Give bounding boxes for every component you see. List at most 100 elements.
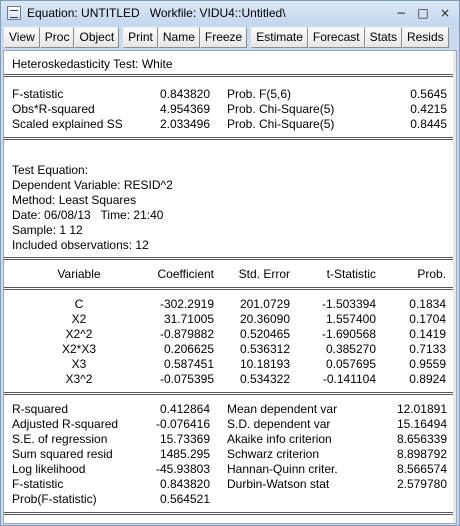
divider	[4, 287, 456, 288]
test-prob: 0.4215	[410, 102, 447, 116]
variable-name: X3	[71, 357, 87, 371]
divider	[4, 392, 456, 393]
stat-value: 2.579780	[396, 477, 447, 491]
test-label: Obs*R-squared	[12, 102, 95, 116]
prob-value: 0.7133	[409, 342, 446, 356]
test-label: F-statistic	[12, 87, 64, 101]
stat-value: -0.076416	[155, 417, 210, 431]
stat-label: Mean dependent var	[227, 402, 338, 416]
stats-button[interactable]: Stats	[364, 27, 402, 48]
test-prob: 0.8445	[410, 117, 447, 131]
std-error-value: 201.0729	[239, 297, 290, 311]
coefficient-value: 31.71005	[163, 312, 214, 326]
window-title: Equation: UNTITLED Workfile: VIDU4::Unti…	[27, 6, 286, 20]
stat-label: Log likelihood	[12, 462, 86, 476]
object-button[interactable]: Object	[74, 27, 120, 48]
stat-label: R-squared	[12, 402, 69, 416]
divider	[4, 137, 456, 138]
column-header: t-Statistic	[326, 267, 376, 281]
divider	[4, 289, 456, 290]
divider	[4, 139, 456, 140]
prob-value: 0.1834	[409, 297, 446, 311]
column-header: Std. Error	[238, 267, 290, 281]
stat-value: 0.412864	[159, 402, 210, 416]
divider	[4, 259, 456, 260]
stat-label: S.D. dependent var	[227, 417, 331, 431]
divider	[4, 394, 456, 395]
equation-window-icon	[7, 6, 21, 20]
stat-label: F-statistic	[12, 477, 64, 491]
minimize-icon[interactable]: −	[391, 4, 411, 21]
stat-value: 0.843820	[159, 477, 210, 491]
coefficient-value: -0.879882	[159, 327, 214, 341]
stat-label: Prob(F-statistic)	[12, 492, 97, 506]
test-label: Scaled explained SS	[12, 117, 123, 131]
column-header: Variable	[57, 267, 101, 281]
print-button[interactable]: Print	[123, 27, 158, 48]
t-statistic-value: 0.057695	[325, 357, 376, 371]
test-value: 2.033496	[159, 117, 210, 131]
test-value: 4.954369	[159, 102, 210, 116]
prob-value: 0.1704	[409, 312, 446, 326]
name-button[interactable]: Name	[157, 27, 200, 48]
stat-value: 8.656339	[396, 432, 447, 446]
equation-info-line: Date: 06/08/13 Time: 21:40	[12, 208, 164, 222]
divider	[4, 512, 456, 513]
output-pane[interactable]: Heteroskedasticity Test: White F-statist…	[3, 50, 457, 524]
column-header: Prob.	[417, 267, 446, 281]
column-header: Coefficient	[157, 267, 214, 281]
stat-label: Durbin-Watson stat	[227, 477, 330, 491]
resids-button[interactable]: Resids	[401, 27, 449, 48]
coefficient-value: 0.587451	[163, 357, 214, 371]
stat-label: Adjusted R-squared	[12, 417, 119, 431]
coefficient-value: -302.2919	[159, 297, 214, 311]
stat-value: 8.566574	[396, 462, 447, 476]
std-error-value: 20.36090	[239, 312, 290, 326]
stat-value: 0.564521	[159, 492, 210, 506]
divider	[4, 74, 456, 75]
stat-value: 8.898792	[396, 447, 447, 461]
test-prob-label: Prob. Chi-Square(5)	[227, 102, 335, 116]
std-error-value: 0.520465	[239, 327, 290, 341]
equation-window: Equation: UNTITLED Workfile: VIDU4::Unti…	[0, 0, 460, 526]
equation-info-line: Dependent Variable: RESID^2	[12, 178, 173, 192]
t-statistic-value: 0.385270	[325, 342, 376, 356]
variable-name: X2	[71, 312, 87, 326]
stat-label: Schwarz criterion	[227, 447, 320, 461]
t-statistic-value: -1.690568	[321, 327, 376, 341]
close-icon[interactable]: ×	[435, 4, 455, 21]
stat-value: 15.16494	[396, 417, 447, 431]
maximize-icon[interactable]: □	[413, 4, 433, 21]
variable-name: X2^2	[65, 327, 93, 341]
t-statistic-value: -1.503394	[321, 297, 376, 311]
test-prob-label: Prob. F(5,6)	[227, 87, 292, 101]
stat-value: -45.93803	[155, 462, 210, 476]
variable-name: X3^2	[65, 372, 93, 386]
test-value: 0.843820	[159, 87, 210, 101]
variable-name: X2*X3	[61, 342, 97, 356]
t-statistic-value: 1.557400	[325, 312, 376, 326]
coefficient-value: -0.075395	[159, 372, 214, 386]
scrollbar[interactable]	[453, 51, 456, 523]
test-prob: 0.5645	[410, 87, 447, 101]
variable-name: C	[74, 297, 84, 311]
prob-value: 0.8924	[409, 372, 446, 386]
title-bar[interactable]: Equation: UNTITLED Workfile: VIDU4::Unti…	[1, 1, 459, 25]
proc-button[interactable]: Proc	[39, 27, 75, 48]
prob-value: 0.1419	[409, 327, 446, 341]
stat-label: Sum squared resid	[12, 447, 113, 461]
estimate-button[interactable]: Estimate	[251, 27, 308, 48]
stat-label: S.E. of regression	[12, 432, 108, 446]
equation-info-line: Sample: 1 12	[12, 223, 83, 237]
coefficient-value: 0.206625	[163, 342, 214, 356]
stat-value: 1485.295	[159, 447, 210, 461]
divider	[4, 76, 456, 77]
freeze-button[interactable]: Freeze	[199, 27, 248, 48]
stat-value: 15.73369	[159, 432, 210, 446]
forecast-button[interactable]: Forecast	[307, 27, 365, 48]
divider	[4, 514, 456, 515]
test-prob-label: Prob. Chi-Square(5)	[227, 117, 335, 131]
view-button[interactable]: View	[4, 27, 40, 48]
stat-label: Hannan-Quinn criter.	[227, 462, 338, 476]
stat-value: 12.01891	[396, 402, 447, 416]
